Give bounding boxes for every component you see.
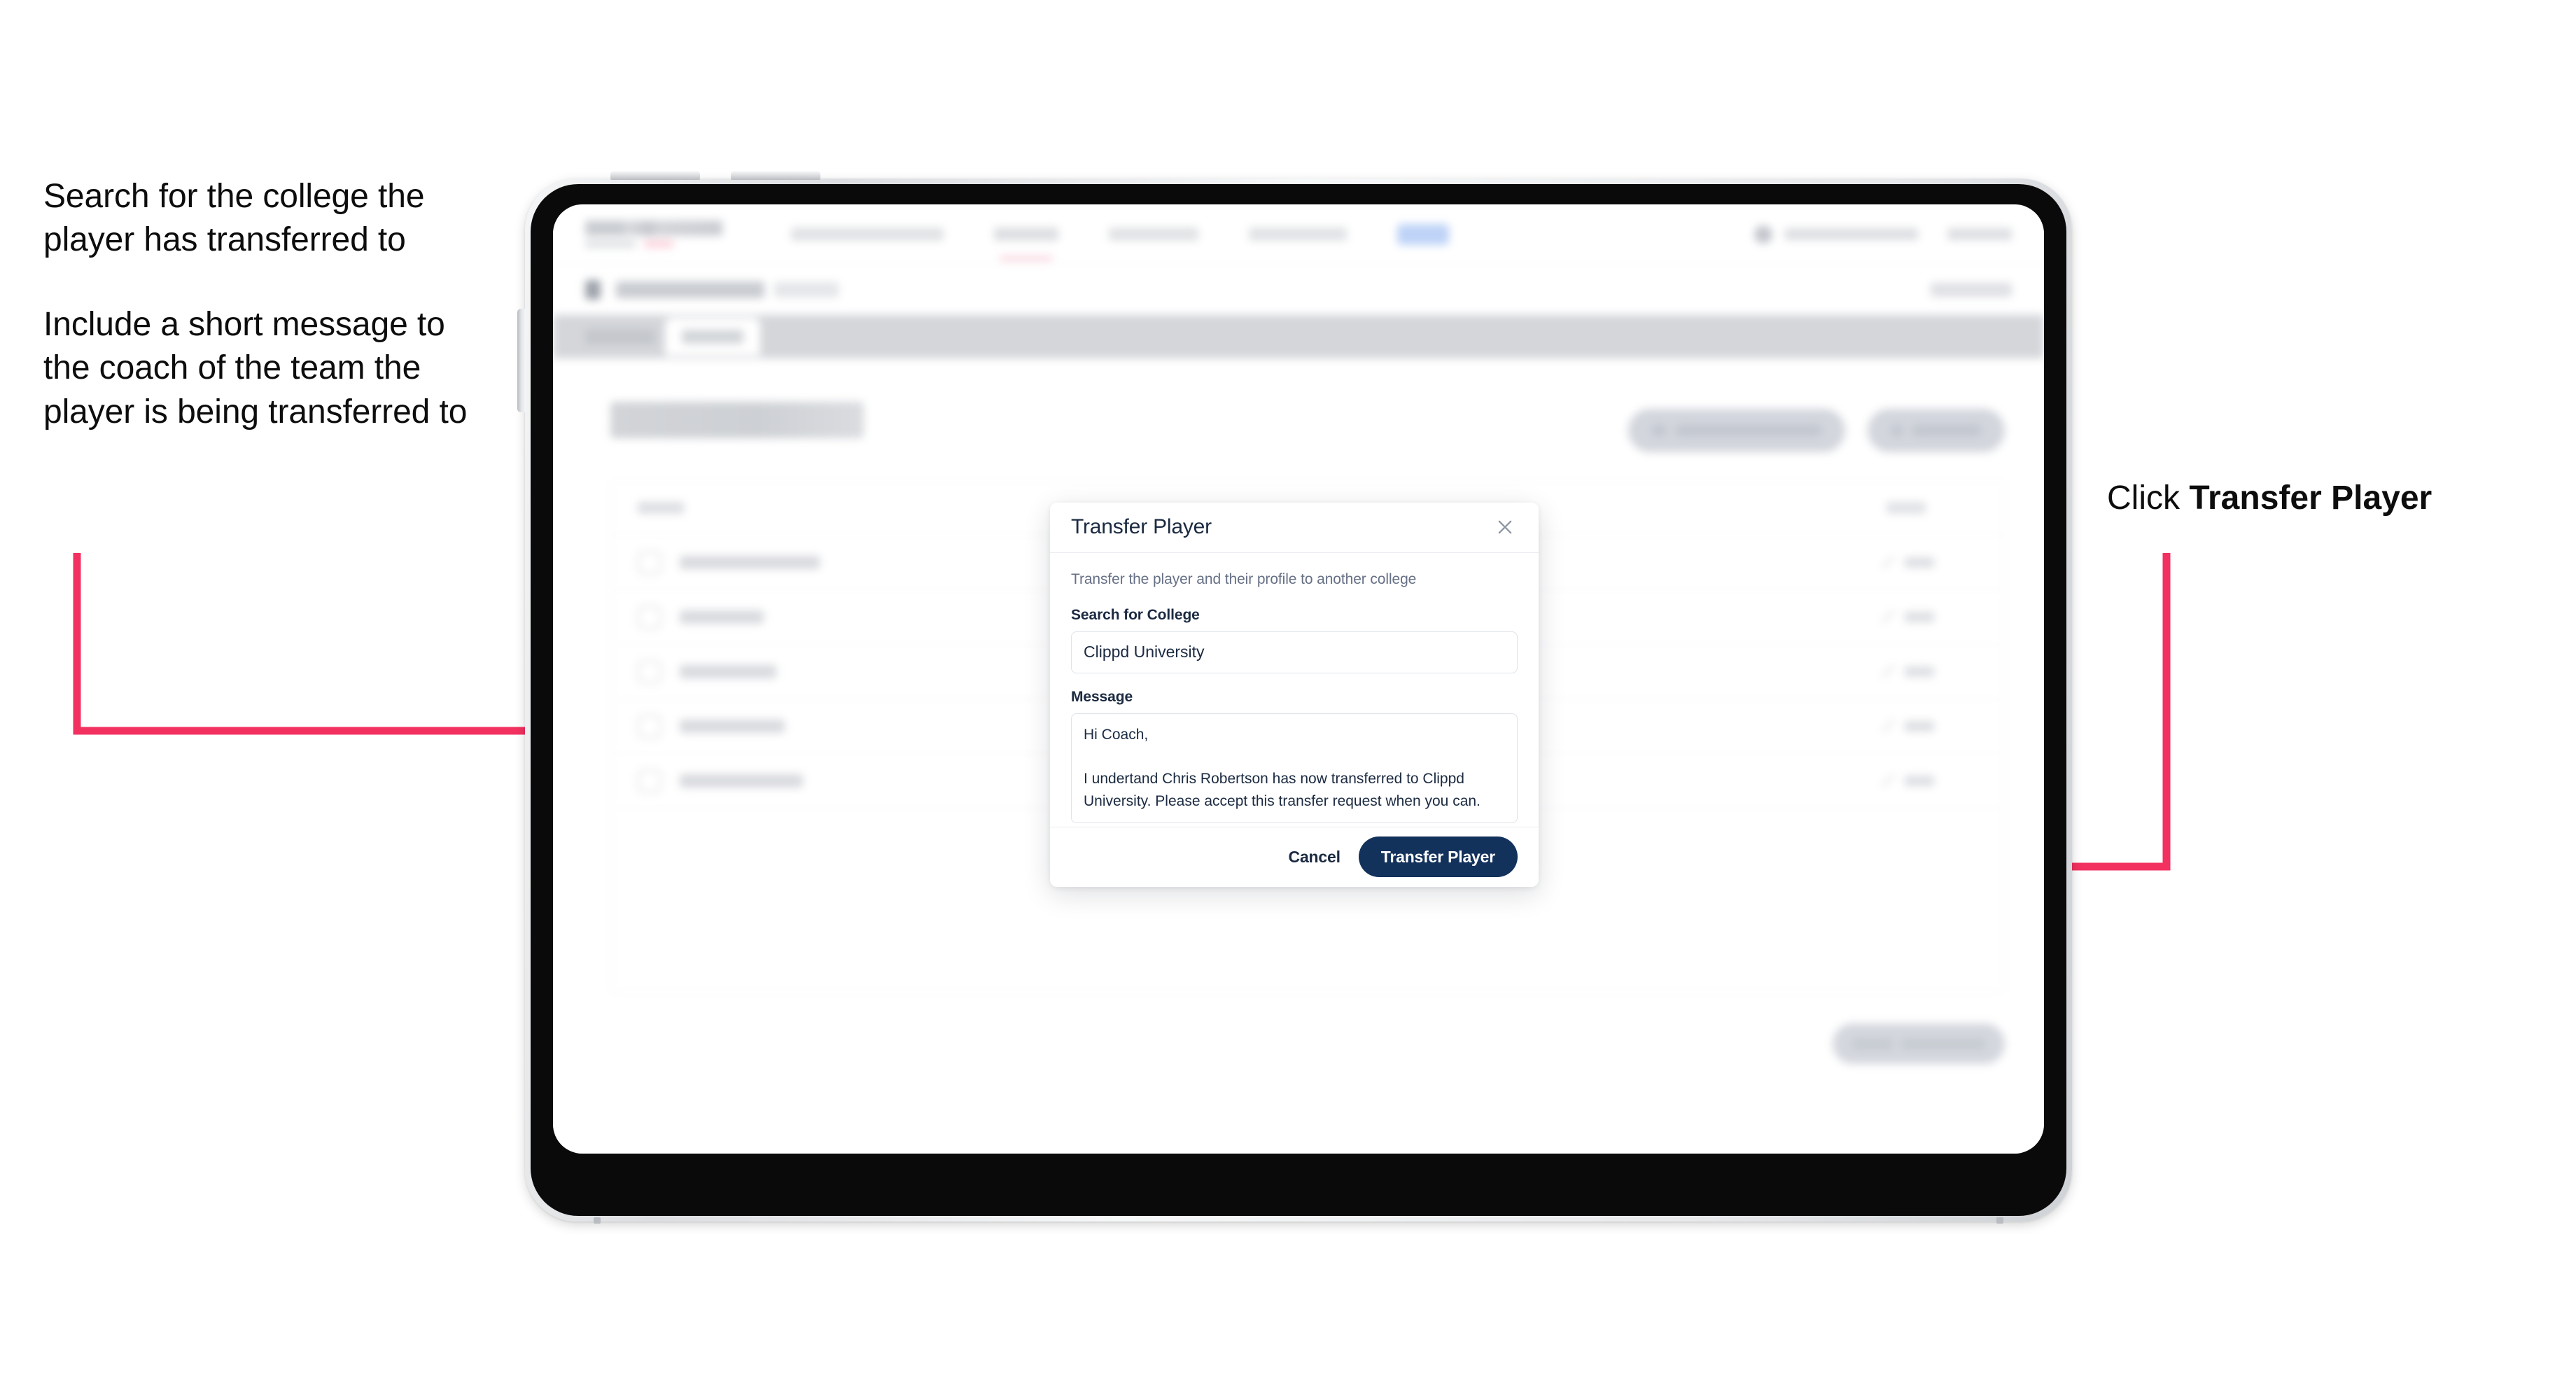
- college-search-input[interactable]: [1071, 631, 1518, 673]
- screenshot-canvas: Search for the college the player has tr…: [0, 0, 2576, 1386]
- modal-layer: Transfer Player Transfer the player and …: [0, 0, 2576, 1386]
- transfer-player-modal: Transfer Player Transfer the player and …: [1050, 503, 1539, 887]
- field-spacer: [1071, 673, 1518, 689]
- cancel-button[interactable]: Cancel: [1289, 848, 1340, 867]
- modal-header: Transfer Player: [1050, 503, 1539, 553]
- college-field-label: Search for College: [1071, 606, 1200, 623]
- modal-title: Transfer Player: [1071, 515, 1212, 539]
- message-textarea[interactable]: [1071, 713, 1518, 823]
- modal-body: Transfer the player and their profile to…: [1050, 553, 1539, 827]
- transfer-player-button[interactable]: Transfer Player: [1358, 836, 1518, 878]
- modal-footer: Cancel Transfer Player: [1050, 826, 1539, 887]
- message-field-label: Message: [1071, 688, 1133, 705]
- close-icon[interactable]: [1492, 514, 1518, 540]
- modal-subtitle: Transfer the player and their profile to…: [1071, 570, 1417, 587]
